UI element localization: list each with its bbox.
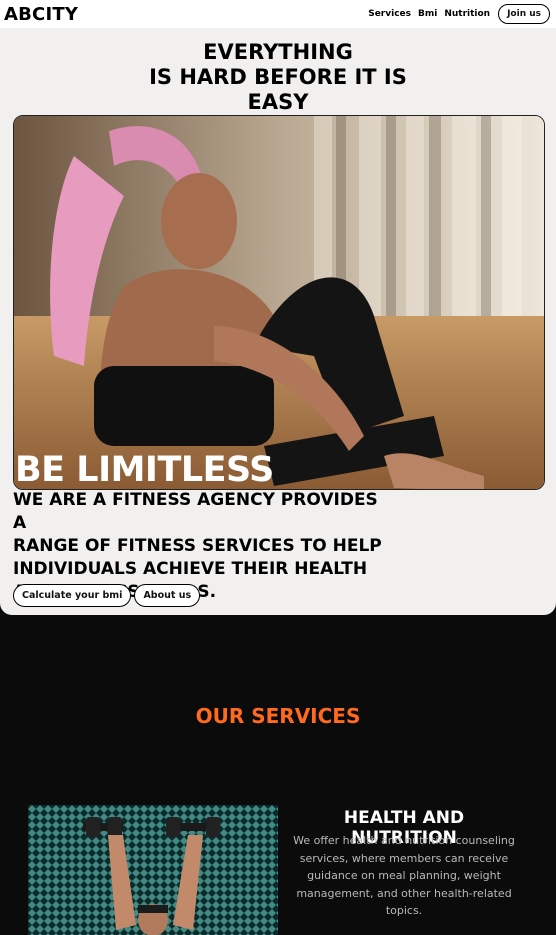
- join-us-button[interactable]: Join us: [498, 4, 550, 24]
- hero-title-line: EVERYTHING: [203, 40, 353, 64]
- hero-actions: Calculate your bmi About us: [13, 584, 203, 607]
- nav-link-nutrition[interactable]: Nutrition: [444, 9, 490, 19]
- hero-section: EVERYTHING IS HARD BEFORE IT IS EASY BE …: [0, 28, 556, 615]
- brand-logo[interactable]: ABCITY: [4, 4, 78, 25]
- about-us-button[interactable]: About us: [134, 584, 201, 607]
- hero-description-line: RANGE OF FITNESS SERVICES TO HELP: [13, 536, 382, 556]
- service-description: We offer health and nutrition counseling…: [293, 834, 515, 917]
- nav-link-bmi[interactable]: Bmi: [418, 9, 437, 19]
- hero-description-line: INDIVIDUALS ACHIEVE THEIR HEALTH: [13, 559, 368, 579]
- hero-title-line: IS HARD BEFORE IT IS: [149, 65, 407, 89]
- services-title: OUR SERVICES: [195, 704, 361, 728]
- hero-image-caption: BE LIMITLESS: [15, 450, 274, 490]
- calculate-bmi-button[interactable]: Calculate your bmi: [13, 584, 132, 607]
- nav-links: Services Bmi Nutrition Join us: [361, 4, 550, 24]
- service-image: [28, 805, 278, 935]
- nav-link-services[interactable]: Services: [368, 9, 411, 19]
- hero-image: [13, 115, 545, 490]
- hero-title: EVERYTHING IS HARD BEFORE IT IS EASY: [0, 40, 556, 115]
- hero-title-line: EASY: [247, 90, 309, 114]
- hero-description-line: WE ARE A FITNESS AGENCY PROVIDES A: [13, 490, 378, 533]
- top-nav: ABCITY Services Bmi Nutrition Join us: [0, 0, 556, 28]
